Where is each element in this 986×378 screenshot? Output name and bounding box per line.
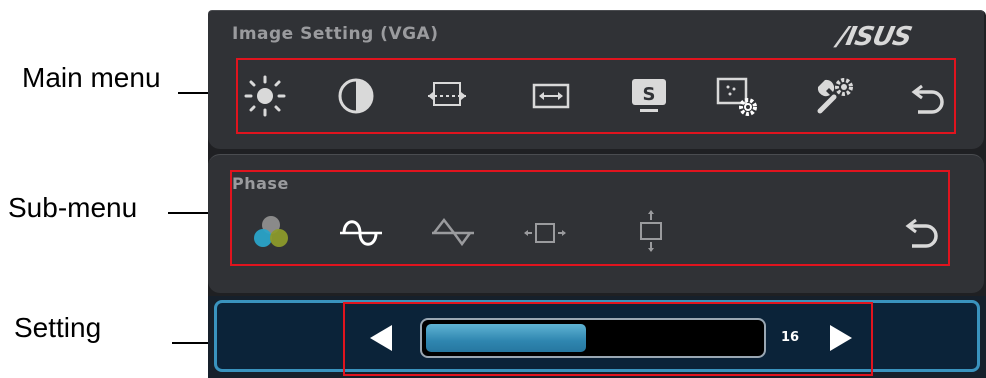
clock-icon[interactable]: [430, 210, 476, 256]
setting-slider[interactable]: [420, 318, 766, 358]
splendid-icon[interactable]: S: [626, 73, 672, 119]
h-position-icon[interactable]: [522, 210, 568, 256]
asus-logo: /ISUS: [834, 22, 914, 52]
increase-arrow-icon[interactable]: [824, 322, 856, 354]
image-position-icon[interactable]: [424, 73, 470, 119]
image-setup-gear-icon[interactable]: [714, 73, 760, 119]
contrast-icon[interactable]: [333, 73, 379, 119]
return-icon[interactable]: [906, 78, 952, 124]
sub-menu-callout: Sub-menu: [8, 192, 138, 223]
setting-value: 16: [781, 330, 800, 345]
v-position-icon[interactable]: [628, 208, 674, 254]
svg-text:S: S: [643, 84, 656, 105]
slider-fill: [426, 324, 586, 352]
decrease-arrow-icon[interactable]: [366, 322, 398, 354]
aspect-ratio-icon[interactable]: [528, 73, 574, 119]
main-menu-title: Image Setting (VGA): [232, 24, 439, 44]
phase-icon[interactable]: [338, 210, 384, 256]
setting-callout: Setting: [14, 312, 102, 343]
system-setup-tools-icon[interactable]: [812, 73, 858, 119]
sub-return-icon[interactable]: [900, 212, 946, 258]
brightness-icon[interactable]: [242, 73, 288, 119]
main-menu-callout: Main menu: [22, 62, 161, 93]
color-icon[interactable]: [248, 210, 294, 256]
